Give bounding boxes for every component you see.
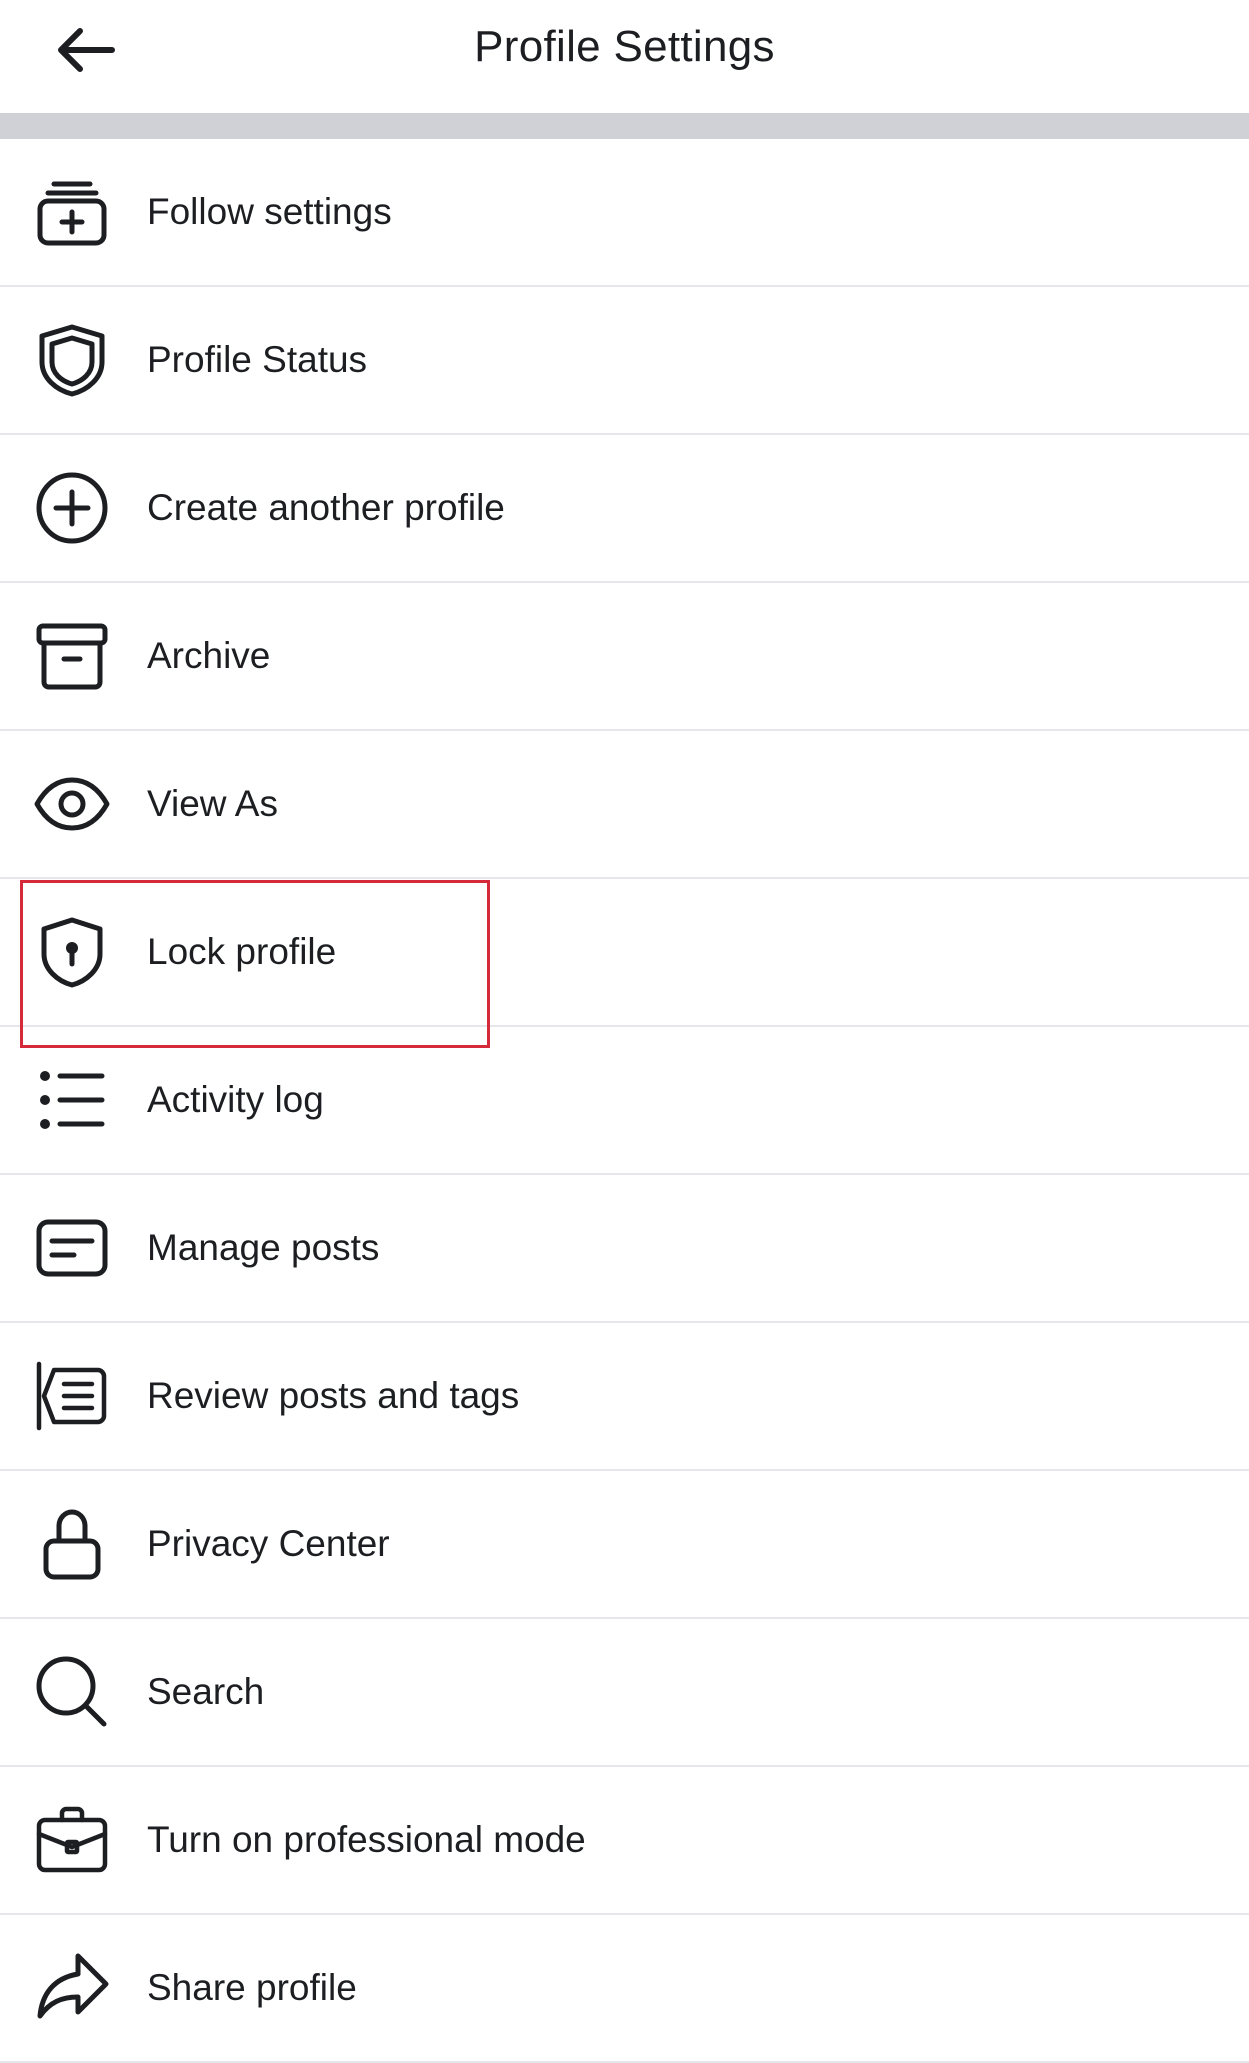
item-label: Share profile [147,1967,357,2008]
review-tags-icon [34,1358,110,1434]
review-posts-item[interactable]: Review posts and tags [0,1323,1249,1471]
lock-profile-item[interactable]: Lock profile [0,879,1249,1027]
shield-keyhole-icon [34,914,110,990]
share-profile-item[interactable]: Share profile [0,1915,1249,2063]
view-as-item[interactable]: View As [0,731,1249,879]
professional-mode-item[interactable]: Turn on professional mode [0,1767,1249,1915]
list-icon [34,1062,110,1138]
item-label: Follow settings [147,191,392,232]
manage-posts-item[interactable]: Manage posts [0,1175,1249,1323]
follow-box-plus-icon [34,174,110,250]
page-title: Profile Settings [474,22,775,71]
search-item[interactable]: Search [0,1619,1249,1767]
create-profile-item[interactable]: Create another profile [0,435,1249,583]
posts-icon [34,1210,110,1286]
settings-list: Follow settings Profile Status Create an… [0,139,1249,2063]
item-label: Privacy Center [147,1523,390,1564]
archive-item[interactable]: Archive [0,583,1249,731]
item-label: Create another profile [147,487,505,528]
item-label: Profile Status [147,339,368,380]
activity-log-item[interactable]: Activity log [0,1027,1249,1175]
item-label: Review posts and tags [147,1375,520,1416]
item-label: Search [147,1671,265,1712]
plus-circle-icon [34,470,110,546]
follow-settings-item[interactable]: Follow settings [0,139,1249,287]
share-icon [34,1950,110,2026]
item-label: View As [147,783,278,824]
header-bar: Profile Settings [0,0,1249,113]
archive-icon [34,618,110,694]
eye-icon [34,766,110,842]
briefcase-icon [34,1802,110,1878]
item-label: Activity log [147,1079,324,1120]
item-label: Lock profile [147,931,337,972]
search-icon [34,1654,110,1730]
item-label: Archive [147,635,271,676]
profile-status-item[interactable]: Profile Status [0,287,1249,435]
privacy-center-item[interactable]: Privacy Center [0,1471,1249,1619]
lock-icon [34,1506,110,1582]
item-label: Manage posts [147,1227,380,1268]
shield-icon [34,322,110,398]
section-divider [0,113,1249,139]
item-label: Turn on professional mode [147,1819,586,1860]
